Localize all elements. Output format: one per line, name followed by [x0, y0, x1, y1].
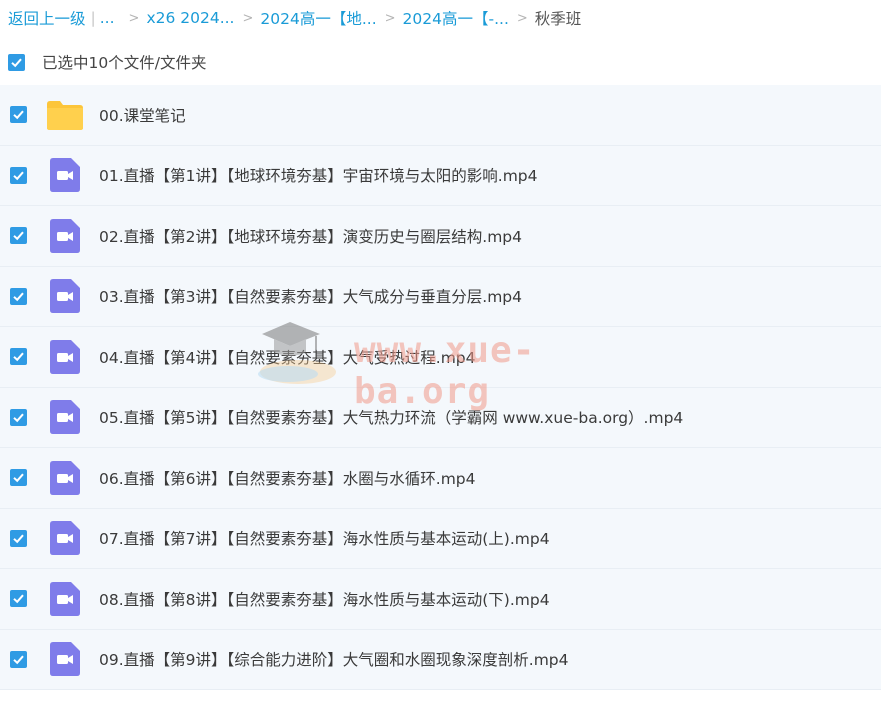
file-name[interactable]: 07.直播【第7讲】【自然要素夯基】海水性质与基本运动(上).mp4	[99, 527, 550, 549]
select-all-checkbox[interactable]	[8, 53, 25, 71]
check-icon	[13, 352, 24, 362]
chevron-right-icon: >	[384, 10, 396, 26]
video-file-icon	[46, 519, 84, 557]
file-name[interactable]: 03.直播【第3讲】【自然要素夯基】大气成分与垂直分层.mp4	[99, 285, 522, 307]
check-icon	[13, 110, 24, 120]
file-row[interactable]: 02.直播【第2讲】【地球环境夯基】演变历史与圈层结构.mp4	[0, 206, 881, 267]
check-icon	[13, 655, 24, 664]
file-list: 00.课堂笔记 01.直播【第1讲】【地球环境夯基】宇宙环境与太阳的影响.mp4 0…	[0, 85, 881, 690]
folder-icon	[46, 96, 84, 134]
file-name[interactable]: 00.课堂笔记	[99, 104, 186, 126]
file-name[interactable]: 01.直播【第1讲】【地球环境夯基】宇宙环境与太阳的影响.mp4	[99, 164, 538, 186]
video-file-icon	[46, 277, 84, 315]
breadcrumb-divider: |	[90, 9, 96, 27]
file-row[interactable]: 06.直播【第6讲】【自然要素夯基】水圈与水循环.mp4	[0, 448, 881, 509]
video-file-icon	[46, 640, 84, 678]
breadcrumb-current: 秋季班	[534, 10, 582, 28]
file-checkbox[interactable]	[10, 650, 27, 668]
file-checkbox[interactable]	[10, 529, 27, 547]
breadcrumb-ellipsis[interactable]: ...	[100, 9, 115, 27]
selection-bar: 已选中10个文件/文件夹	[8, 50, 206, 74]
file-checkbox[interactable]	[10, 408, 27, 426]
breadcrumb-item[interactable]: 2024高一【-...	[403, 7, 509, 29]
file-row[interactable]: 03.直播【第3讲】【自然要素夯基】大气成分与垂直分层.mp4	[0, 266, 881, 327]
video-file-icon	[46, 580, 84, 618]
check-icon	[13, 534, 24, 543]
file-row[interactable]: 07.直播【第7讲】【自然要素夯基】海水性质与基本运动(上).mp4	[0, 508, 881, 569]
file-checkbox[interactable]	[10, 590, 27, 608]
file-row[interactable]: 05.直播【第5讲】【自然要素夯基】大气热力环流（学霸网 www.xue-ba.…	[0, 387, 881, 448]
back-link[interactable]: 返回上一级	[8, 7, 86, 29]
file-row[interactable]: 01.直播【第1讲】【地球环境夯基】宇宙环境与太阳的影响.mp4	[0, 145, 881, 206]
file-name[interactable]: 05.直播【第5讲】【自然要素夯基】大气热力环流（学霸网 www.xue-ba.…	[99, 406, 683, 428]
file-checkbox[interactable]	[10, 166, 27, 184]
file-name[interactable]: 04.直播【第4讲】【自然要素夯基】大气受热过程.mp4	[99, 346, 476, 368]
file-name[interactable]: 06.直播【第6讲】【自然要素夯基】水圈与水循环.mp4	[99, 467, 476, 489]
video-file-icon	[46, 398, 84, 436]
selection-status: 已选中10个文件/文件夹	[42, 54, 207, 72]
check-icon	[13, 413, 24, 422]
breadcrumb: 返回上一级 | ... > x26 2024... > 2024高一【地... …	[8, 6, 581, 30]
check-icon	[13, 292, 24, 301]
check-icon	[13, 231, 24, 241]
file-row[interactable]: 09.直播【第9讲】【综合能力进阶】大气圈和水圈现象深度剖析.mp4	[0, 629, 881, 690]
file-checkbox[interactable]	[10, 287, 27, 305]
chevron-right-icon: >	[516, 10, 528, 26]
file-row[interactable]: 04.直播【第4讲】【自然要素夯基】大气受热过程.mp4	[0, 327, 881, 388]
file-row[interactable]: 00.课堂笔记	[0, 85, 881, 146]
breadcrumb-item[interactable]: x26 2024...	[146, 9, 234, 27]
file-checkbox[interactable]	[10, 348, 27, 366]
video-file-icon	[46, 217, 84, 255]
file-name[interactable]: 09.直播【第9讲】【综合能力进阶】大气圈和水圈现象深度剖析.mp4	[99, 648, 569, 670]
file-checkbox[interactable]	[10, 106, 27, 124]
file-checkbox[interactable]	[10, 469, 27, 487]
file-checkbox[interactable]	[10, 227, 27, 245]
video-file-icon	[46, 459, 84, 497]
video-file-icon	[46, 156, 84, 194]
file-name[interactable]: 08.直播【第8讲】【自然要素夯基】海水性质与基本运动(下).mp4	[99, 588, 550, 610]
chevron-right-icon: >	[242, 10, 254, 26]
check-icon	[13, 171, 24, 180]
file-name[interactable]: 02.直播【第2讲】【地球环境夯基】演变历史与圈层结构.mp4	[99, 225, 522, 247]
check-icon	[11, 58, 22, 67]
chevron-right-icon: >	[128, 10, 140, 26]
breadcrumb-item[interactable]: 2024高一【地...	[260, 7, 376, 29]
video-file-icon	[46, 338, 84, 376]
check-icon	[13, 473, 24, 483]
file-row[interactable]: 08.直播【第8讲】【自然要素夯基】海水性质与基本运动(下).mp4	[0, 569, 881, 630]
check-icon	[13, 594, 24, 604]
